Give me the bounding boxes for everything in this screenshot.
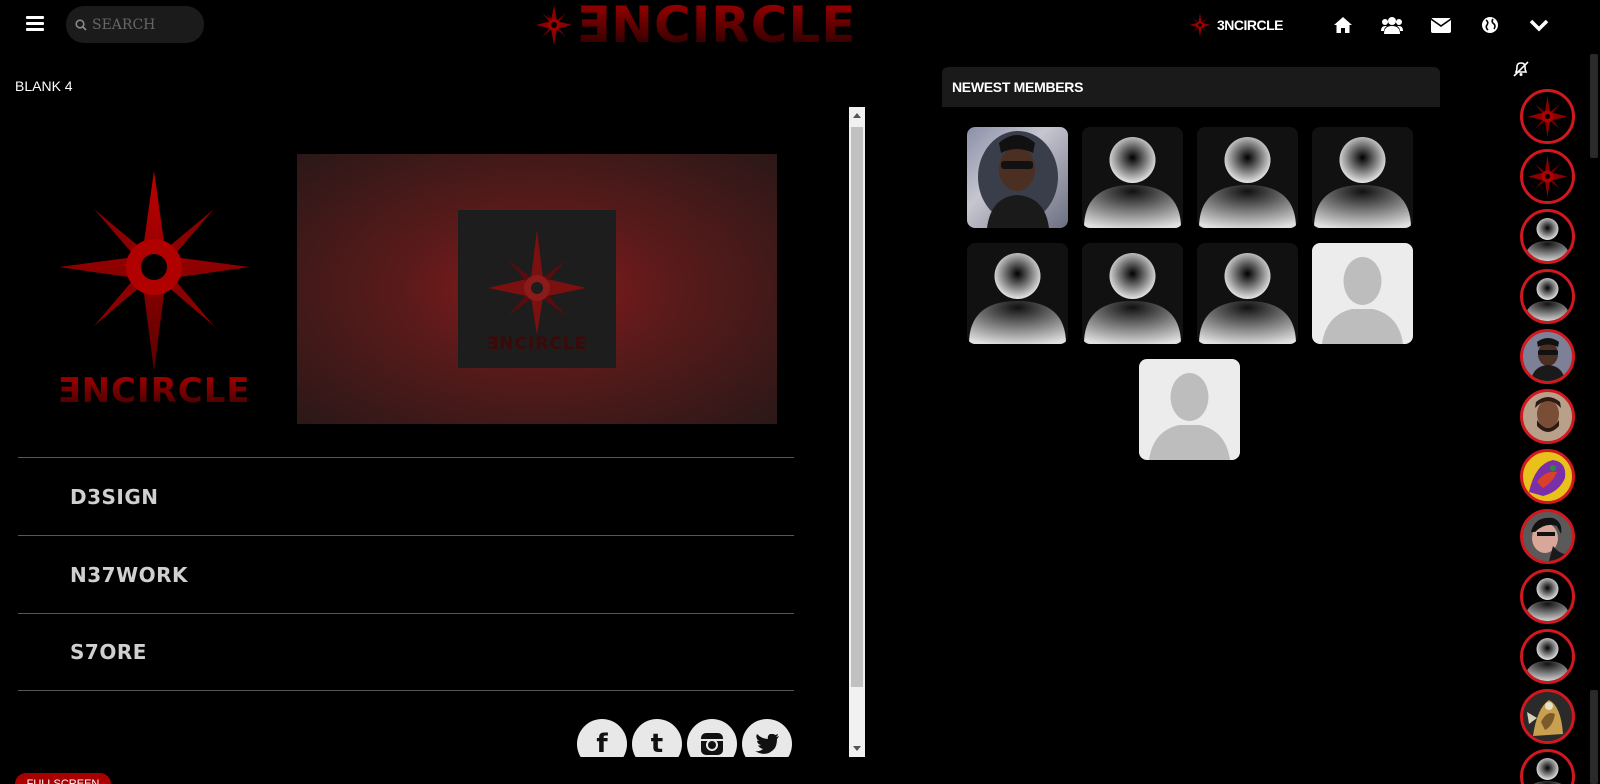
users-icon[interactable] — [1381, 14, 1403, 36]
site-label: 3NCIRCLE — [1216, 17, 1284, 33]
site-link[interactable]: 3NCIRCLE — [1188, 13, 1284, 37]
member-avatar[interactable] — [1139, 359, 1240, 460]
member-avatar[interactable] — [967, 243, 1068, 344]
menu-icon[interactable] — [26, 16, 44, 32]
banner-text: ƎNCIRCLE — [486, 334, 588, 354]
banner-image: ƎNCIRCLE — [297, 154, 777, 424]
rail-avatar[interactable] — [1520, 509, 1575, 564]
rail-avatar[interactable] — [1520, 329, 1575, 384]
member-avatar[interactable] — [1312, 243, 1413, 344]
content-panel: ƎNCIRCLE ƎNCIRCLE D3SIGN N37WORK S7ORE f… — [15, 107, 865, 757]
page-scrollbar[interactable] — [1587, 0, 1600, 784]
member-avatar[interactable] — [1082, 127, 1183, 228]
rail-avatar[interactable] — [1520, 629, 1575, 684]
menu-item-network[interactable]: N37WORK — [18, 535, 794, 613]
menu-item-label: N37WORK — [70, 562, 189, 587]
page-title: BLANK 4 — [15, 78, 73, 94]
member-avatar[interactable] — [1197, 127, 1298, 228]
member-avatar[interactable] — [967, 127, 1068, 228]
logo-text: ƎNCIRCLE — [49, 371, 259, 411]
tumblr-icon[interactable]: t — [632, 719, 682, 757]
member-avatar[interactable] — [1082, 243, 1183, 344]
search-box[interactable] — [66, 6, 204, 43]
rail-avatar[interactable] — [1520, 149, 1575, 204]
globe-icon[interactable] — [1479, 14, 1501, 36]
rail-avatar[interactable] — [1520, 269, 1575, 324]
social-links: f t — [577, 719, 797, 757]
member-avatar[interactable] — [1312, 127, 1413, 228]
scroll-thumb[interactable] — [1590, 54, 1598, 158]
menu-item-label: D3SIGN — [70, 484, 159, 509]
rail-avatar[interactable] — [1520, 569, 1575, 624]
search-icon — [75, 18, 87, 31]
instagram-icon[interactable] — [687, 719, 737, 757]
banner-logo: ƎNCIRCLE — [458, 210, 616, 368]
brand-title: ƎNCIRCLE — [576, 0, 857, 54]
rail-avatar[interactable] — [1520, 209, 1575, 264]
rail-avatar[interactable] — [1520, 389, 1575, 444]
top-nav: 3NCIRCLE — [1188, 13, 1550, 37]
envelope-icon[interactable] — [1430, 14, 1452, 36]
brand-logo[interactable]: ƎNCIRCLE — [536, 0, 857, 54]
menu-item-label: S7ORE — [70, 640, 147, 664]
menu-item-store[interactable]: S7ORE — [18, 613, 794, 691]
search-input[interactable] — [92, 16, 202, 33]
scroll-up-icon[interactable] — [853, 113, 861, 118]
top-bar: ƎNCIRCLE 3NCIRCLE — [0, 0, 1600, 50]
newest-members-header: NEWEST MEMBERS — [942, 67, 1440, 107]
rail-avatar[interactable] — [1520, 449, 1575, 504]
rail-avatar[interactable] — [1520, 689, 1575, 744]
rail-avatar[interactable] — [1520, 749, 1575, 784]
content-scrollbar[interactable] — [849, 107, 865, 757]
facebook-icon[interactable]: f — [577, 719, 627, 757]
notifications-off-icon[interactable] — [1512, 60, 1530, 78]
scroll-thumb[interactable] — [1590, 690, 1598, 784]
rail-avatar[interactable] — [1520, 89, 1575, 144]
home-icon[interactable] — [1332, 14, 1354, 36]
menu-list: D3SIGN N37WORK S7ORE — [18, 457, 794, 691]
section-title: NEWEST MEMBERS — [952, 79, 1084, 95]
member-avatar[interactable] — [1197, 243, 1298, 344]
scroll-thumb[interactable] — [851, 127, 863, 687]
fullscreen-button[interactable]: FULLSCREEN — [15, 773, 111, 784]
twitter-icon[interactable] — [742, 719, 792, 757]
scroll-down-icon[interactable] — [853, 746, 861, 751]
encircle-star-icon — [488, 230, 586, 335]
encircle-star-icon — [536, 5, 572, 45]
chevron-down-icon[interactable] — [1528, 14, 1550, 36]
menu-item-design[interactable]: D3SIGN — [18, 457, 794, 535]
encircle-star-icon — [1189, 13, 1211, 37]
